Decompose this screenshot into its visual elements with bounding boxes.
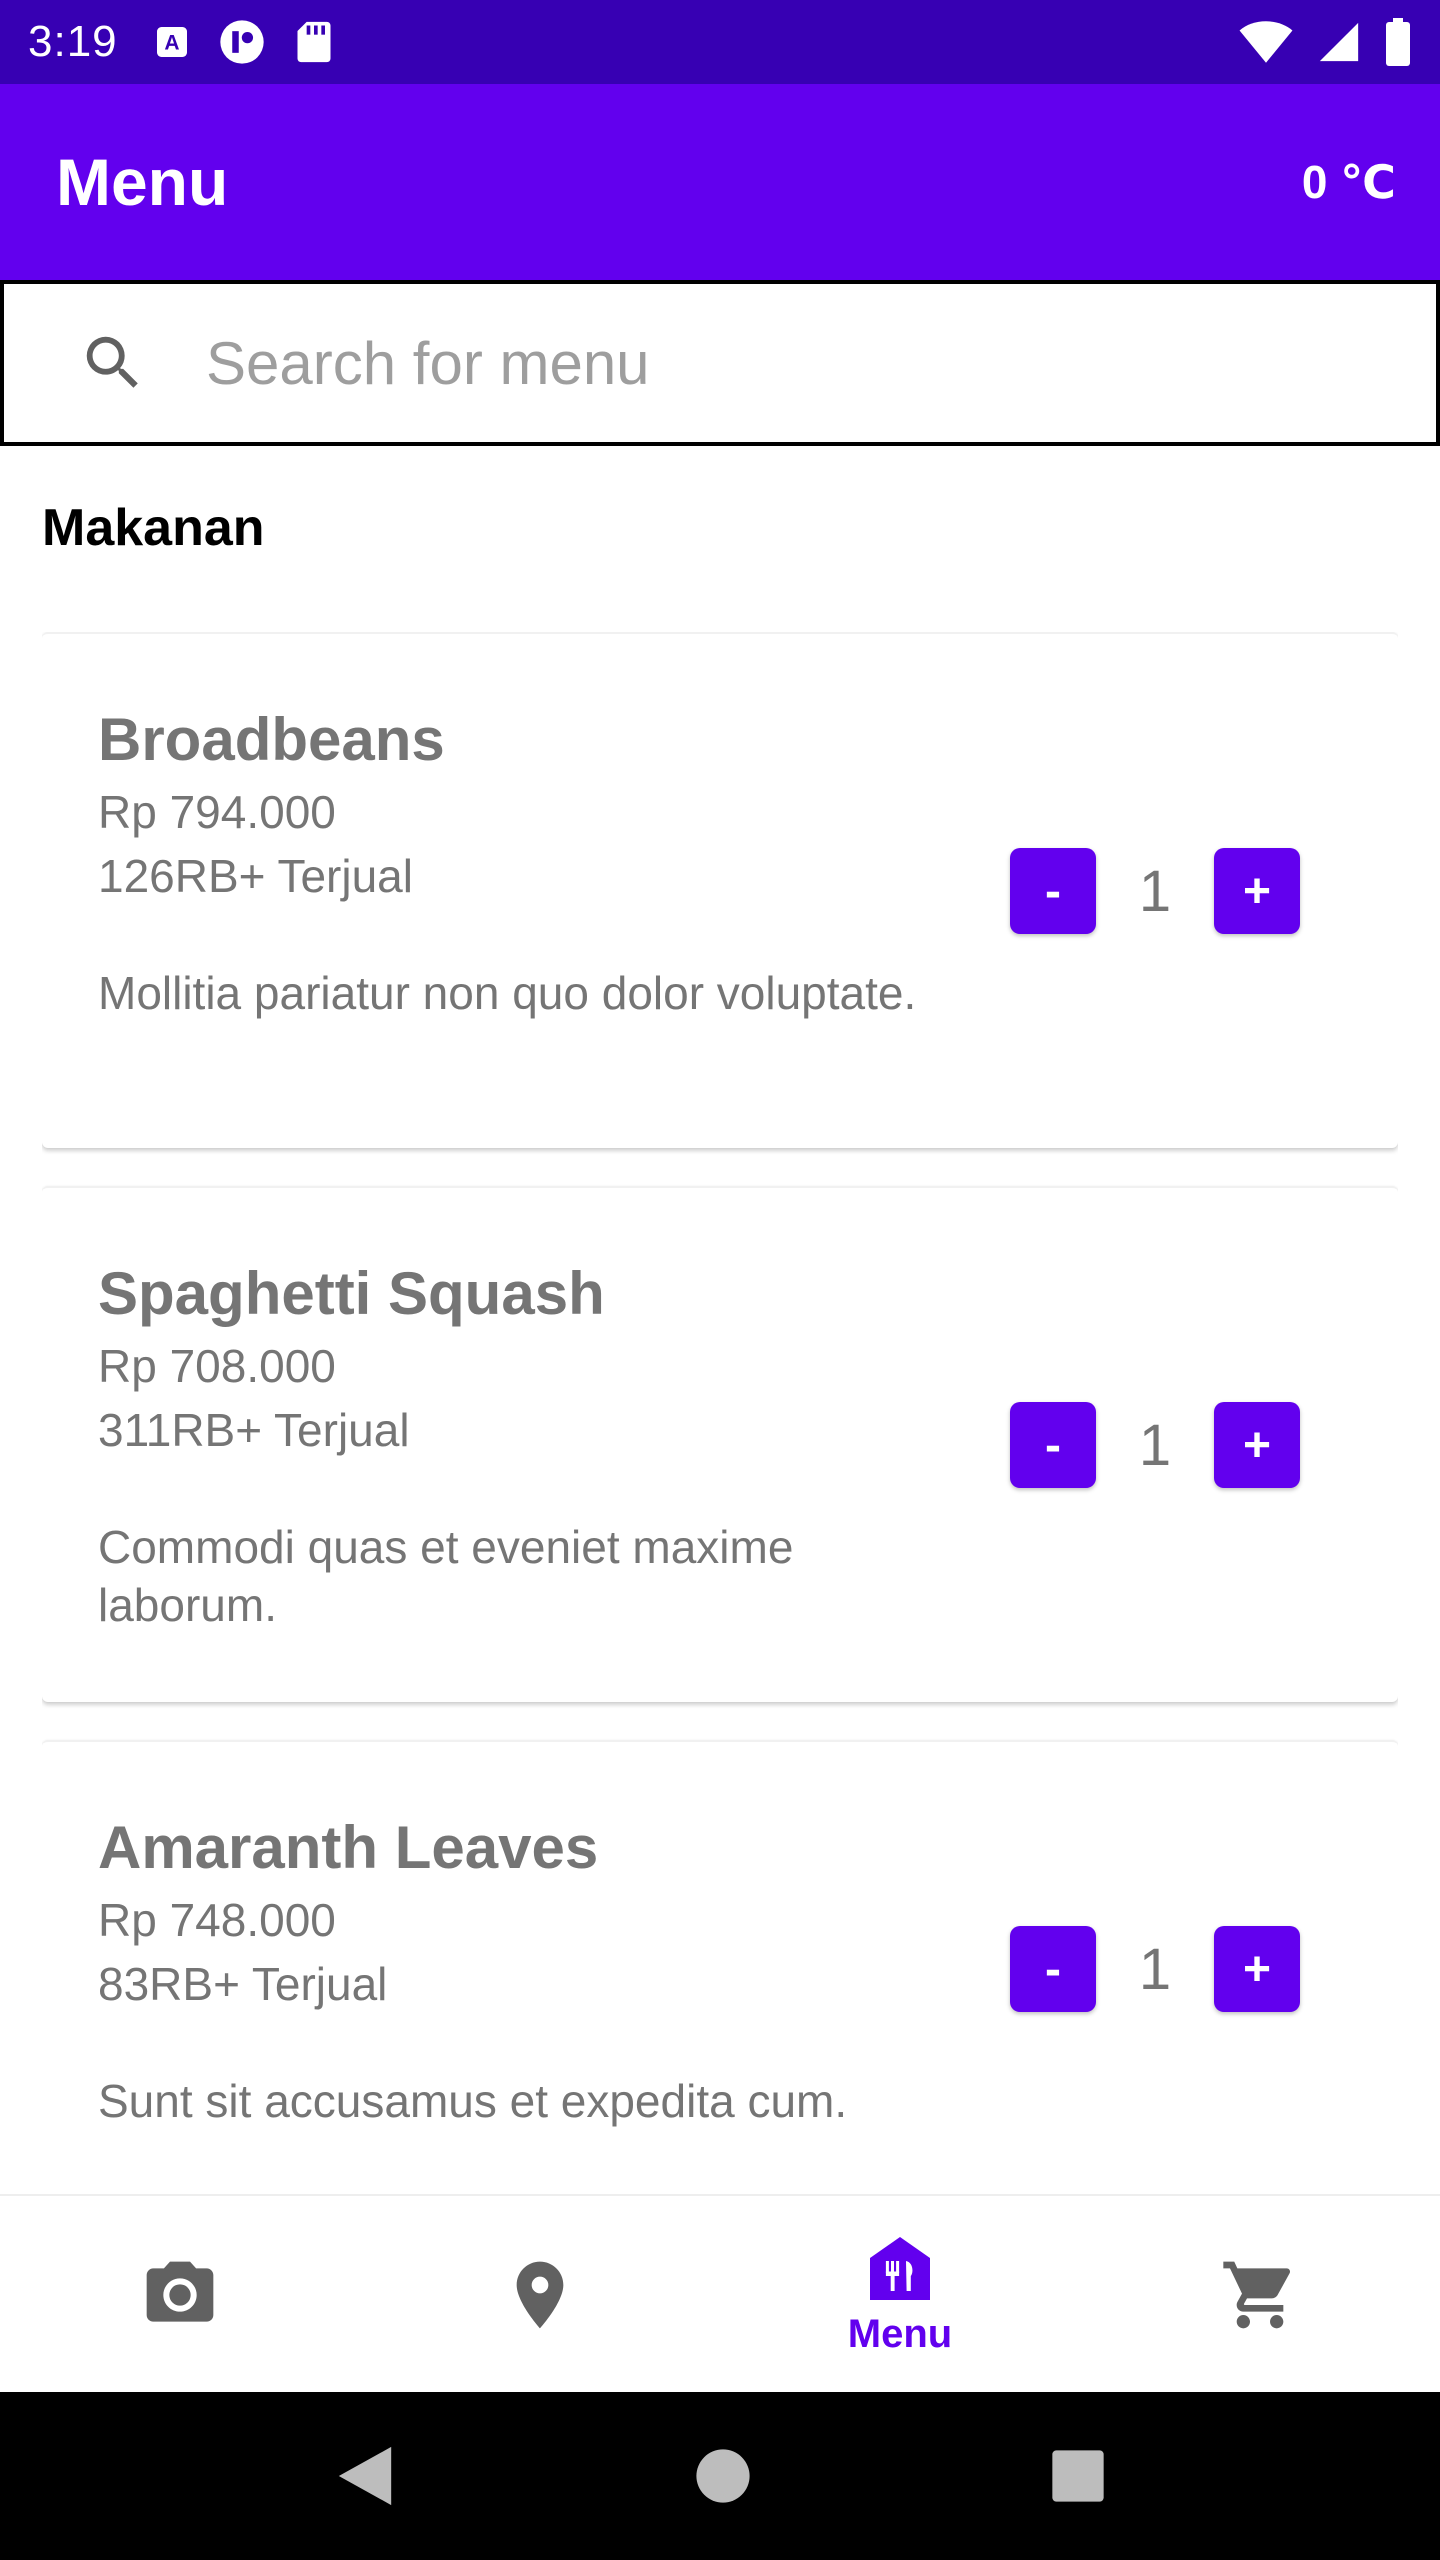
quantity-value: 1	[1138, 1412, 1172, 1478]
status-left: 3:19 A	[28, 16, 334, 68]
recents-icon[interactable]	[1051, 2449, 1105, 2503]
system-navigation-bar	[0, 2392, 1440, 2560]
menu-item-sold-count: 126RB+ Terjual	[98, 850, 413, 902]
nav-item-menu[interactable]: Menu	[720, 2196, 1080, 2394]
search-icon	[86, 336, 138, 388]
page-title: Menu	[56, 145, 229, 219]
menu-item-card[interactable]: Amaranth Leaves Rp 748.000 83RB+ Terjual…	[42, 1740, 1398, 2192]
nav-item-camera[interactable]	[0, 2196, 360, 2394]
menu-item-info: Amaranth Leaves Rp 748.000 83RB+ Terjual…	[98, 1812, 958, 2130]
nav-item-location[interactable]	[360, 2196, 720, 2394]
menu-item-description: Mollitia pariatur non quo dolor voluptat…	[98, 967, 917, 1019]
menu-item-sold-count: 83RB+ Terjual	[98, 1958, 388, 2010]
quantity-stepper: - 1 +	[1010, 848, 1300, 934]
menu-item-card[interactable]: Spaghetti Squash Rp 708.000 311RB+ Terju…	[42, 1186, 1398, 1702]
quantity-stepper: - 1 +	[1010, 1402, 1300, 1488]
a-icon: A	[156, 27, 187, 57]
app-bar: Menu 0 ℃	[0, 84, 1440, 280]
menu-item-price: Rp 708.000	[98, 1340, 336, 1392]
home-icon[interactable]	[695, 2448, 751, 2504]
signal-icon	[1319, 22, 1359, 62]
camera-icon	[146, 2261, 214, 2322]
status-bar: 3:19 A	[0, 0, 1440, 84]
svg-text:A: A	[164, 32, 179, 55]
bottom-navigation: Menu	[0, 2194, 1440, 2392]
nav-item-label: Menu	[847, 2311, 953, 2356]
menu-list[interactable]: Broadbeans Rp 794.000 126RB+ Terjual Mol…	[42, 632, 1398, 2192]
menu-item-sold-count: 311RB+ Terjual	[98, 1404, 410, 1456]
search-bar[interactable]	[0, 280, 1440, 446]
quantity-value: 1	[1138, 858, 1172, 924]
status-time: 3:19	[28, 17, 118, 66]
restaurant-menu-icon	[870, 2236, 930, 2300]
search-input[interactable]	[206, 328, 1306, 398]
quantity-value: 1	[1138, 1936, 1172, 2002]
decrease-quantity-button[interactable]: -	[1010, 1926, 1096, 2012]
sd-card-icon	[297, 21, 331, 63]
battery-icon	[1386, 18, 1410, 66]
data-saver-icon	[219, 20, 264, 64]
nav-item-cart[interactable]	[1080, 2196, 1440, 2394]
menu-item-card[interactable]: Broadbeans Rp 794.000 126RB+ Terjual Mol…	[42, 632, 1398, 1148]
notification-icons: A	[154, 16, 334, 68]
increase-quantity-button[interactable]: +	[1214, 1926, 1300, 2012]
menu-item-price: Rp 748.000	[98, 1894, 336, 1946]
increase-quantity-button[interactable]: +	[1214, 1402, 1300, 1488]
increase-quantity-button[interactable]: +	[1214, 848, 1300, 934]
menu-item-name: Spaghetti Squash	[98, 1260, 605, 1327]
decrease-quantity-button[interactable]: -	[1010, 848, 1096, 934]
back-icon[interactable]	[335, 2444, 395, 2508]
screen: 3:19 A Menu 0 ℃ Search for menu Makanan …	[0, 0, 1440, 2560]
location-pin-icon	[516, 2261, 564, 2329]
cart-icon	[1223, 2261, 1291, 2329]
decrease-quantity-button[interactable]: -	[1010, 1402, 1096, 1488]
menu-item-description: Sunt sit accusamus et expedita cum.	[98, 2075, 848, 2127]
wifi-icon	[1239, 21, 1293, 63]
menu-item-name: Amaranth Leaves	[98, 1814, 599, 1881]
menu-item-info: Spaghetti Squash Rp 708.000 311RB+ Terju…	[98, 1258, 958, 1634]
quantity-stepper: - 1 +	[1010, 1926, 1300, 2012]
menu-item-info: Broadbeans Rp 794.000 126RB+ Terjual Mol…	[98, 704, 958, 1022]
menu-item-name: Broadbeans	[98, 706, 445, 773]
menu-item-description: Commodi quas et eveniet maxime laborum.	[98, 1521, 794, 1631]
temperature-label: 0 ℃	[1301, 156, 1396, 208]
status-right	[1238, 18, 1412, 66]
section-title: Makanan	[42, 499, 265, 557]
menu-item-price: Rp 794.000	[98, 786, 336, 838]
